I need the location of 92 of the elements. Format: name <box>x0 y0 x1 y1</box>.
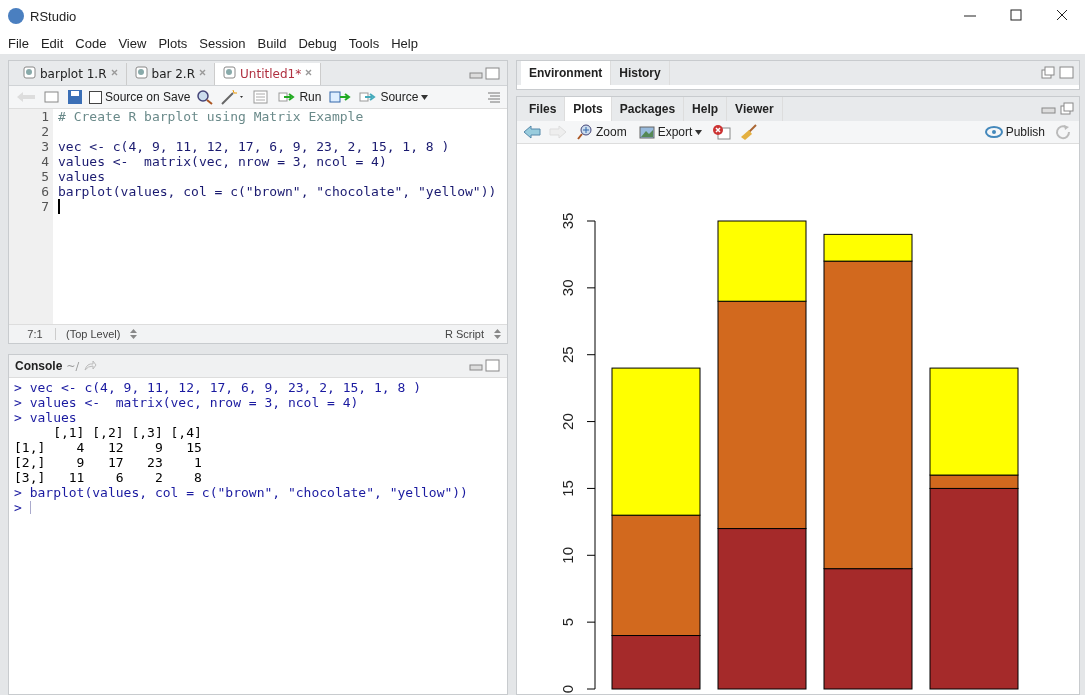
image-icon <box>638 125 655 139</box>
text-cursor <box>58 199 60 214</box>
line-number: 7 <box>40 199 49 214</box>
remove-plot-icon[interactable] <box>712 124 733 140</box>
line-number: 4 <box>40 154 49 169</box>
source-arrow-icon <box>359 91 378 103</box>
close-icon[interactable] <box>110 68 118 76</box>
go-to-directory-icon[interactable] <box>83 360 98 372</box>
menu-item[interactable]: Code <box>69 35 113 51</box>
axis-tick-label: 35 <box>559 212 576 230</box>
script-file-icon <box>134 65 148 79</box>
publish-button[interactable]: Publish <box>982 125 1047 139</box>
code-line: values <- matrix(vec, nrow = 3, ncol = 4) <box>58 154 387 169</box>
console-title: Console <box>15 359 63 373</box>
window-title: RStudio <box>30 8 77 24</box>
axis-tick-label: 20 <box>559 413 576 430</box>
caret-icon <box>695 129 703 135</box>
pane-tab[interactable]: Plots <box>565 97 612 121</box>
console-line: > values <box>14 410 77 425</box>
menu-item[interactable]: View <box>112 35 153 51</box>
outline-list-icon[interactable] <box>252 89 271 105</box>
axis-tick-label: 10 <box>559 546 576 564</box>
text-cursor <box>29 501 31 514</box>
menu-item[interactable]: Debug <box>292 35 343 51</box>
console-line: > vec <- c(4, 9, 11, 12, 17, 6, 9, 23, 2, 15, 1, 8 ) <box>14 380 421 395</box>
pane-window-icon[interactable] <box>469 67 501 81</box>
run-arrow-icon <box>278 91 297 103</box>
show-in-window-icon[interactable] <box>43 89 61 105</box>
line-number: 3 <box>40 139 49 154</box>
axis-tick-label: 5 <box>559 617 576 627</box>
menu-item[interactable]: Build <box>251 35 293 51</box>
export-button[interactable]: Export <box>636 125 705 139</box>
menu-item[interactable]: File <box>2 35 35 51</box>
close-icon[interactable] <box>199 68 207 76</box>
forward-arrow-icon[interactable] <box>549 125 567 139</box>
code-line: # Create R barplot using Matrix Example <box>58 109 364 124</box>
menu-item[interactable]: Tools <box>342 35 386 51</box>
line-number: 6 <box>40 184 49 199</box>
pane-tab[interactable]: Environment <box>521 61 612 85</box>
magnifier-icon <box>577 124 593 140</box>
menu-item[interactable]: Help <box>385 35 424 51</box>
file-type-selector[interactable]: R Script <box>444 328 484 340</box>
axis-tick-label: 25 <box>559 346 576 364</box>
publish-icon <box>984 126 1003 138</box>
pane-window-icon[interactable] <box>469 359 501 373</box>
file-tab[interactable]: bar 2.R <box>126 63 216 85</box>
source-on-save-checkbox[interactable]: Source on Save <box>89 90 191 104</box>
search-icon[interactable] <box>196 89 215 105</box>
source-button[interactable]: Source <box>357 90 431 104</box>
console-line: > <box>14 500 22 515</box>
menu-item[interactable]: Session <box>193 35 252 51</box>
console-line: > values <- matrix(vec, nrow = 3, ncol = 4) <box>14 395 359 410</box>
menu-item[interactable]: Edit <box>34 35 70 51</box>
console-path: ~/ <box>66 359 80 373</box>
cursor-position: 7:1 <box>15 328 56 340</box>
up-down-caret-icon[interactable] <box>130 329 138 339</box>
code-line: vec <- c(4, 9, 11, 12, 17, 6, 9, 23, 2, 15, 1, 8 ) <box>58 139 450 154</box>
console-line: [3,] 11 6 2 8 <box>14 470 202 485</box>
run-button[interactable]: Run <box>276 90 324 104</box>
scope-selector[interactable]: (Top Level) <box>66 328 121 340</box>
code-line: values <box>58 169 105 184</box>
line-number: 2 <box>40 124 49 139</box>
back-arrow-icon[interactable] <box>15 90 37 104</box>
zoom-button[interactable]: Zoom <box>575 124 629 140</box>
axis-tick-label: 15 <box>559 480 576 497</box>
app-logo-icon <box>8 8 24 24</box>
caret-icon <box>421 94 429 100</box>
script-file-icon <box>223 65 237 79</box>
line-number: 1 <box>40 109 49 124</box>
pane-window-icon[interactable] <box>1041 66 1075 80</box>
script-file-icon <box>23 65 36 79</box>
pane-window-icon[interactable] <box>1041 102 1075 116</box>
lines-icon[interactable] <box>487 91 501 103</box>
pane-tab[interactable]: History <box>611 61 670 85</box>
menu-item[interactable]: Plots <box>152 35 194 51</box>
rerun-icon[interactable] <box>329 90 352 104</box>
close-icon[interactable] <box>305 68 313 76</box>
axis-tick-label: 30 <box>559 279 576 297</box>
console-line: [1,] 4 12 9 15 <box>14 440 202 455</box>
file-tab[interactable]: Untitled1* <box>215 63 322 85</box>
axis-tick-label: 0 <box>559 684 576 694</box>
refresh-icon[interactable] <box>1055 124 1073 140</box>
file-tab[interactable]: barplot 1.R <box>15 63 127 85</box>
console-line: > barplot(values, col = c("brown", "chocolate", "yellow")) <box>14 485 468 500</box>
save-icon[interactable] <box>67 89 83 105</box>
broom-icon[interactable] <box>740 124 759 140</box>
console-line: [,1] [,2] [,3] [,4] <box>52 425 202 440</box>
code-line: barplot(values, col = c("brown", "chocolate", "yellow")) <box>58 184 497 199</box>
line-number: 5 <box>40 169 49 184</box>
back-arrow-icon[interactable] <box>523 125 541 139</box>
console-line: [2,] 9 17 23 1 <box>14 455 202 470</box>
up-down-caret-icon[interactable] <box>494 329 501 339</box>
